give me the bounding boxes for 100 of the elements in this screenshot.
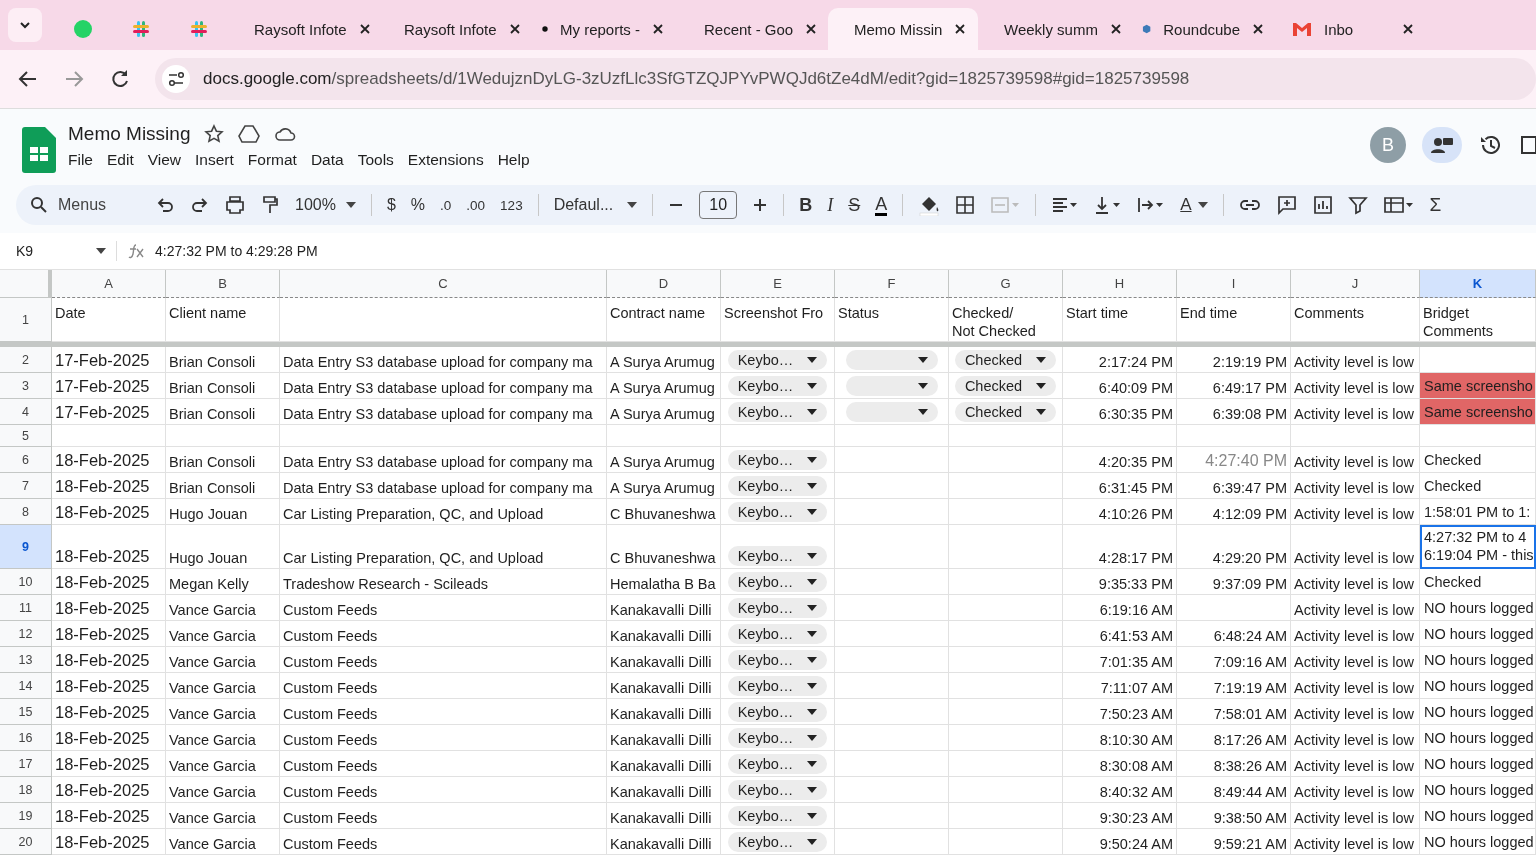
fill-bucket-icon[interactable] xyxy=(918,194,941,216)
dropdown-chip[interactable]: Keybo… xyxy=(727,779,828,800)
close-icon[interactable] xyxy=(508,23,521,35)
row-number[interactable]: 15 xyxy=(0,699,52,725)
align-left-icon[interactable] xyxy=(1051,195,1080,215)
column-header[interactable]: K xyxy=(1420,270,1536,298)
zoom-dropdown[interactable]: 100% xyxy=(295,196,356,214)
italic-button[interactable]: I xyxy=(827,194,834,216)
close-icon[interactable] xyxy=(805,23,818,35)
undo-icon[interactable] xyxy=(155,195,175,215)
reload-icon[interactable] xyxy=(109,68,131,90)
dropdown-chip[interactable]: Keybo… xyxy=(727,623,828,644)
formula-field[interactable]: 4:27:32 PM to 4:29:28 PM xyxy=(155,243,318,259)
filter-icon[interactable] xyxy=(1347,195,1368,215)
row-number[interactable]: 13 xyxy=(0,647,52,673)
table-icon[interactable] xyxy=(1382,195,1415,215)
menu-item[interactable]: Insert xyxy=(188,149,241,171)
text-color-button[interactable]: A xyxy=(875,194,888,216)
close-icon[interactable] xyxy=(652,23,664,35)
dropdown-chip[interactable]: Checked xyxy=(954,349,1057,370)
dropdown-chip[interactable]: Keybo… xyxy=(727,675,828,696)
row-number[interactable]: 4 xyxy=(0,399,52,425)
collaborator-icon[interactable] xyxy=(1422,127,1462,163)
row-number[interactable]: 17 xyxy=(0,751,52,777)
bold-button[interactable]: B xyxy=(799,194,813,216)
dropdown-chip[interactable]: Keybo… xyxy=(727,831,828,852)
column-header[interactable]: E xyxy=(721,270,835,298)
menu-search-field[interactable]: Menus xyxy=(30,190,140,220)
text-rotation-button[interactable]: A xyxy=(1180,195,1208,215)
dropdown-chip[interactable]: Keybo… xyxy=(727,571,828,592)
column-header[interactable]: H xyxy=(1063,270,1177,298)
spreadsheet-logo-icon[interactable] xyxy=(22,127,56,173)
dropdown-chip[interactable]: Keybo… xyxy=(727,375,828,396)
column-header[interactable]: D xyxy=(607,270,721,298)
menu-item[interactable]: Data xyxy=(303,149,351,171)
column-header[interactable]: C xyxy=(280,270,607,298)
dropdown-chip[interactable]: Keybo… xyxy=(727,701,828,722)
percent-format-button[interactable]: % xyxy=(410,196,426,214)
cell-name-box[interactable]: K9 xyxy=(16,243,86,259)
font-dropdown[interactable]: Defaul... xyxy=(553,196,638,214)
browser-tab[interactable]: Recent - Goo xyxy=(678,8,828,50)
strikethrough-button[interactable]: S xyxy=(848,194,861,216)
row-number[interactable]: 11 xyxy=(0,595,52,621)
browser-tab[interactable]: Weekly summ xyxy=(978,8,1128,50)
row-number[interactable]: 20 xyxy=(0,829,52,855)
row-number[interactable]: 19 xyxy=(0,803,52,829)
menu-item[interactable]: File xyxy=(61,149,100,171)
paint-roller-icon[interactable] xyxy=(260,195,280,215)
row-number[interactable]: 16 xyxy=(0,725,52,751)
row-number[interactable]: 18 xyxy=(0,777,52,803)
text-wrap-icon[interactable] xyxy=(1137,195,1166,215)
dropdown-chip[interactable]: Keybo… xyxy=(727,401,828,422)
dropdown-chip[interactable]: Checked xyxy=(954,401,1057,422)
column-header[interactable]: A xyxy=(52,270,166,298)
browser-tab[interactable]: My reports - xyxy=(528,8,678,50)
menu-item[interactable]: View xyxy=(140,149,189,171)
chart-icon[interactable] xyxy=(1312,195,1333,215)
currency-format-button[interactable]: $ xyxy=(386,196,396,214)
row-number[interactable]: 9 xyxy=(0,525,52,569)
menu-item[interactable]: Help xyxy=(490,149,537,171)
close-icon[interactable] xyxy=(1252,23,1264,35)
dropdown-chip[interactable]: Keybo… xyxy=(727,753,828,774)
dropdown-chip[interactable]: Keybo… xyxy=(727,475,828,496)
browser-tab[interactable]: Raysoft Infote xyxy=(228,8,378,50)
menu-item[interactable]: Format xyxy=(240,149,304,171)
column-header[interactable]: I xyxy=(1177,270,1291,298)
column-header[interactable]: F xyxy=(835,270,949,298)
column-header[interactable]: B xyxy=(166,270,280,298)
dropdown-chip[interactable]: Keybo… xyxy=(727,649,828,670)
close-icon[interactable] xyxy=(954,23,967,35)
close-icon[interactable] xyxy=(1109,23,1122,35)
dropdown-chip[interactable]: Keybo… xyxy=(727,501,828,522)
row-number[interactable]: 3 xyxy=(0,373,52,399)
row-number[interactable]: 8 xyxy=(0,499,52,525)
dropdown-chip[interactable]: Keybo… xyxy=(727,727,828,748)
row-number[interactable]: 14 xyxy=(0,673,52,699)
dropdown-chip[interactable]: Keybo… xyxy=(727,349,828,370)
decrease-decimals-button[interactable]: .0 xyxy=(440,197,452,213)
browser-tab[interactable]: Raysoft Infote xyxy=(378,8,528,50)
redo-icon[interactable] xyxy=(190,195,210,215)
close-icon[interactable] xyxy=(358,23,371,35)
merge-cells-icon[interactable] xyxy=(990,195,1021,215)
dropdown-chip[interactable]: Checked xyxy=(954,375,1057,396)
borders-icon[interactable] xyxy=(955,195,976,215)
caret-icon[interactable] xyxy=(96,248,106,254)
row-number[interactable]: 1 xyxy=(0,298,52,342)
functions-button[interactable]: Σ xyxy=(1429,194,1442,216)
browser-tab[interactable]: Roundcube xyxy=(1128,8,1278,50)
row-number[interactable]: 6 xyxy=(0,447,52,473)
address-field[interactable]: docs.google.com/spreadsheets/d/1WedujznDyLG-3zUzfLlc3SfGTZQJPYvPWQJd6tZe4dM/edit?gid=1825739598#gid=1825739598 xyxy=(155,58,1536,100)
row-number[interactable]: 12 xyxy=(0,621,52,647)
row-number[interactable]: 7 xyxy=(0,473,52,499)
browser-tab[interactable]: Memo Missin xyxy=(828,8,978,50)
increase-decimals-button[interactable]: .00 xyxy=(466,197,486,213)
menu-item[interactable]: Extensions xyxy=(400,149,491,171)
dropdown-chip[interactable]: Keybo… xyxy=(727,597,828,618)
document-title[interactable]: Memo Missing xyxy=(68,123,191,145)
column-header[interactable]: G xyxy=(949,270,1063,298)
row-number[interactable]: 10 xyxy=(0,569,52,595)
menu-item[interactable]: Edit xyxy=(100,149,141,171)
